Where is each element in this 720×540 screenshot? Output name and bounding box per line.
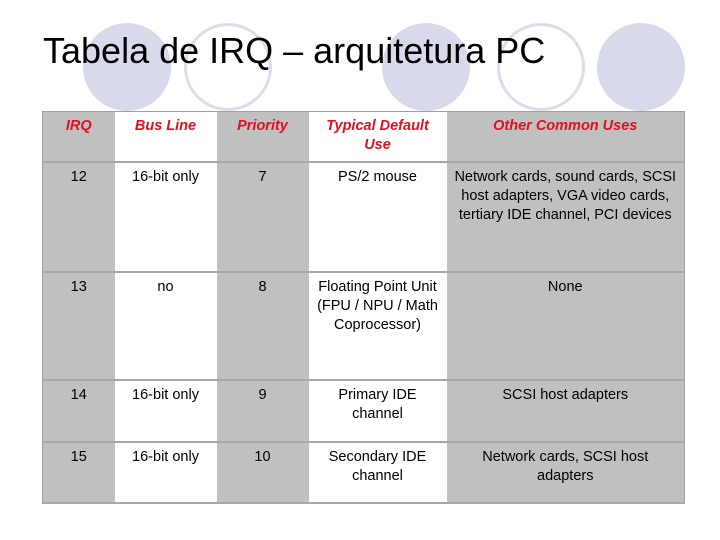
decorative-circle-filled [597, 23, 685, 111]
cell-bus-line: no [114, 270, 217, 380]
cell-other-common-uses: Network cards, SCSI host adapters [446, 440, 685, 503]
cell-typical-default-use: Primary IDE channel [308, 378, 447, 442]
cell-bus-line: 16-bit only [114, 378, 217, 442]
table-row: 13 no 8 Floating Point Unit (FPU / NPU /… [42, 270, 685, 380]
header-priority: Priority [216, 111, 309, 162]
cell-other-common-uses: None [446, 270, 685, 380]
table-row: 14 16-bit only 9 Primary IDE channel SCS… [42, 378, 685, 442]
slide-title: Tabela de IRQ – arquitetura PC [43, 30, 546, 71]
cell-typical-default-use: PS/2 mouse [308, 160, 447, 272]
cell-typical-default-use: Secondary IDE channel [308, 440, 447, 503]
cell-priority: 8 [216, 270, 309, 380]
irq-table: IRQ Bus Line Priority Typical Default Us… [42, 111, 685, 504]
cell-irq: 14 [42, 378, 115, 442]
table-row: 15 16-bit only 10 Secondary IDE channel … [42, 440, 685, 503]
header-irq: IRQ [42, 111, 115, 162]
cell-irq: 13 [42, 270, 115, 380]
table-row: 12 16-bit only 7 PS/2 mouse Network card… [42, 160, 685, 272]
cell-priority: 10 [216, 440, 309, 503]
cell-bus-line: 16-bit only [114, 160, 217, 272]
cell-irq: 15 [42, 440, 115, 503]
header-typical-default-use: Typical Default Use [308, 111, 447, 162]
table-header-row: IRQ Bus Line Priority Typical Default Us… [42, 111, 685, 162]
cell-other-common-uses: SCSI host adapters [446, 378, 685, 442]
header-other-common-uses: Other Common Uses [446, 111, 685, 162]
cell-typical-default-use: Floating Point Unit (FPU / NPU / Math Co… [308, 270, 447, 380]
cell-priority: 9 [216, 378, 309, 442]
cell-bus-line: 16-bit only [114, 440, 217, 503]
cell-irq: 12 [42, 160, 115, 272]
cell-priority: 7 [216, 160, 309, 272]
header-bus-line: Bus Line [114, 111, 217, 162]
cell-other-common-uses: Network cards, sound cards, SCSI host ad… [446, 160, 685, 272]
